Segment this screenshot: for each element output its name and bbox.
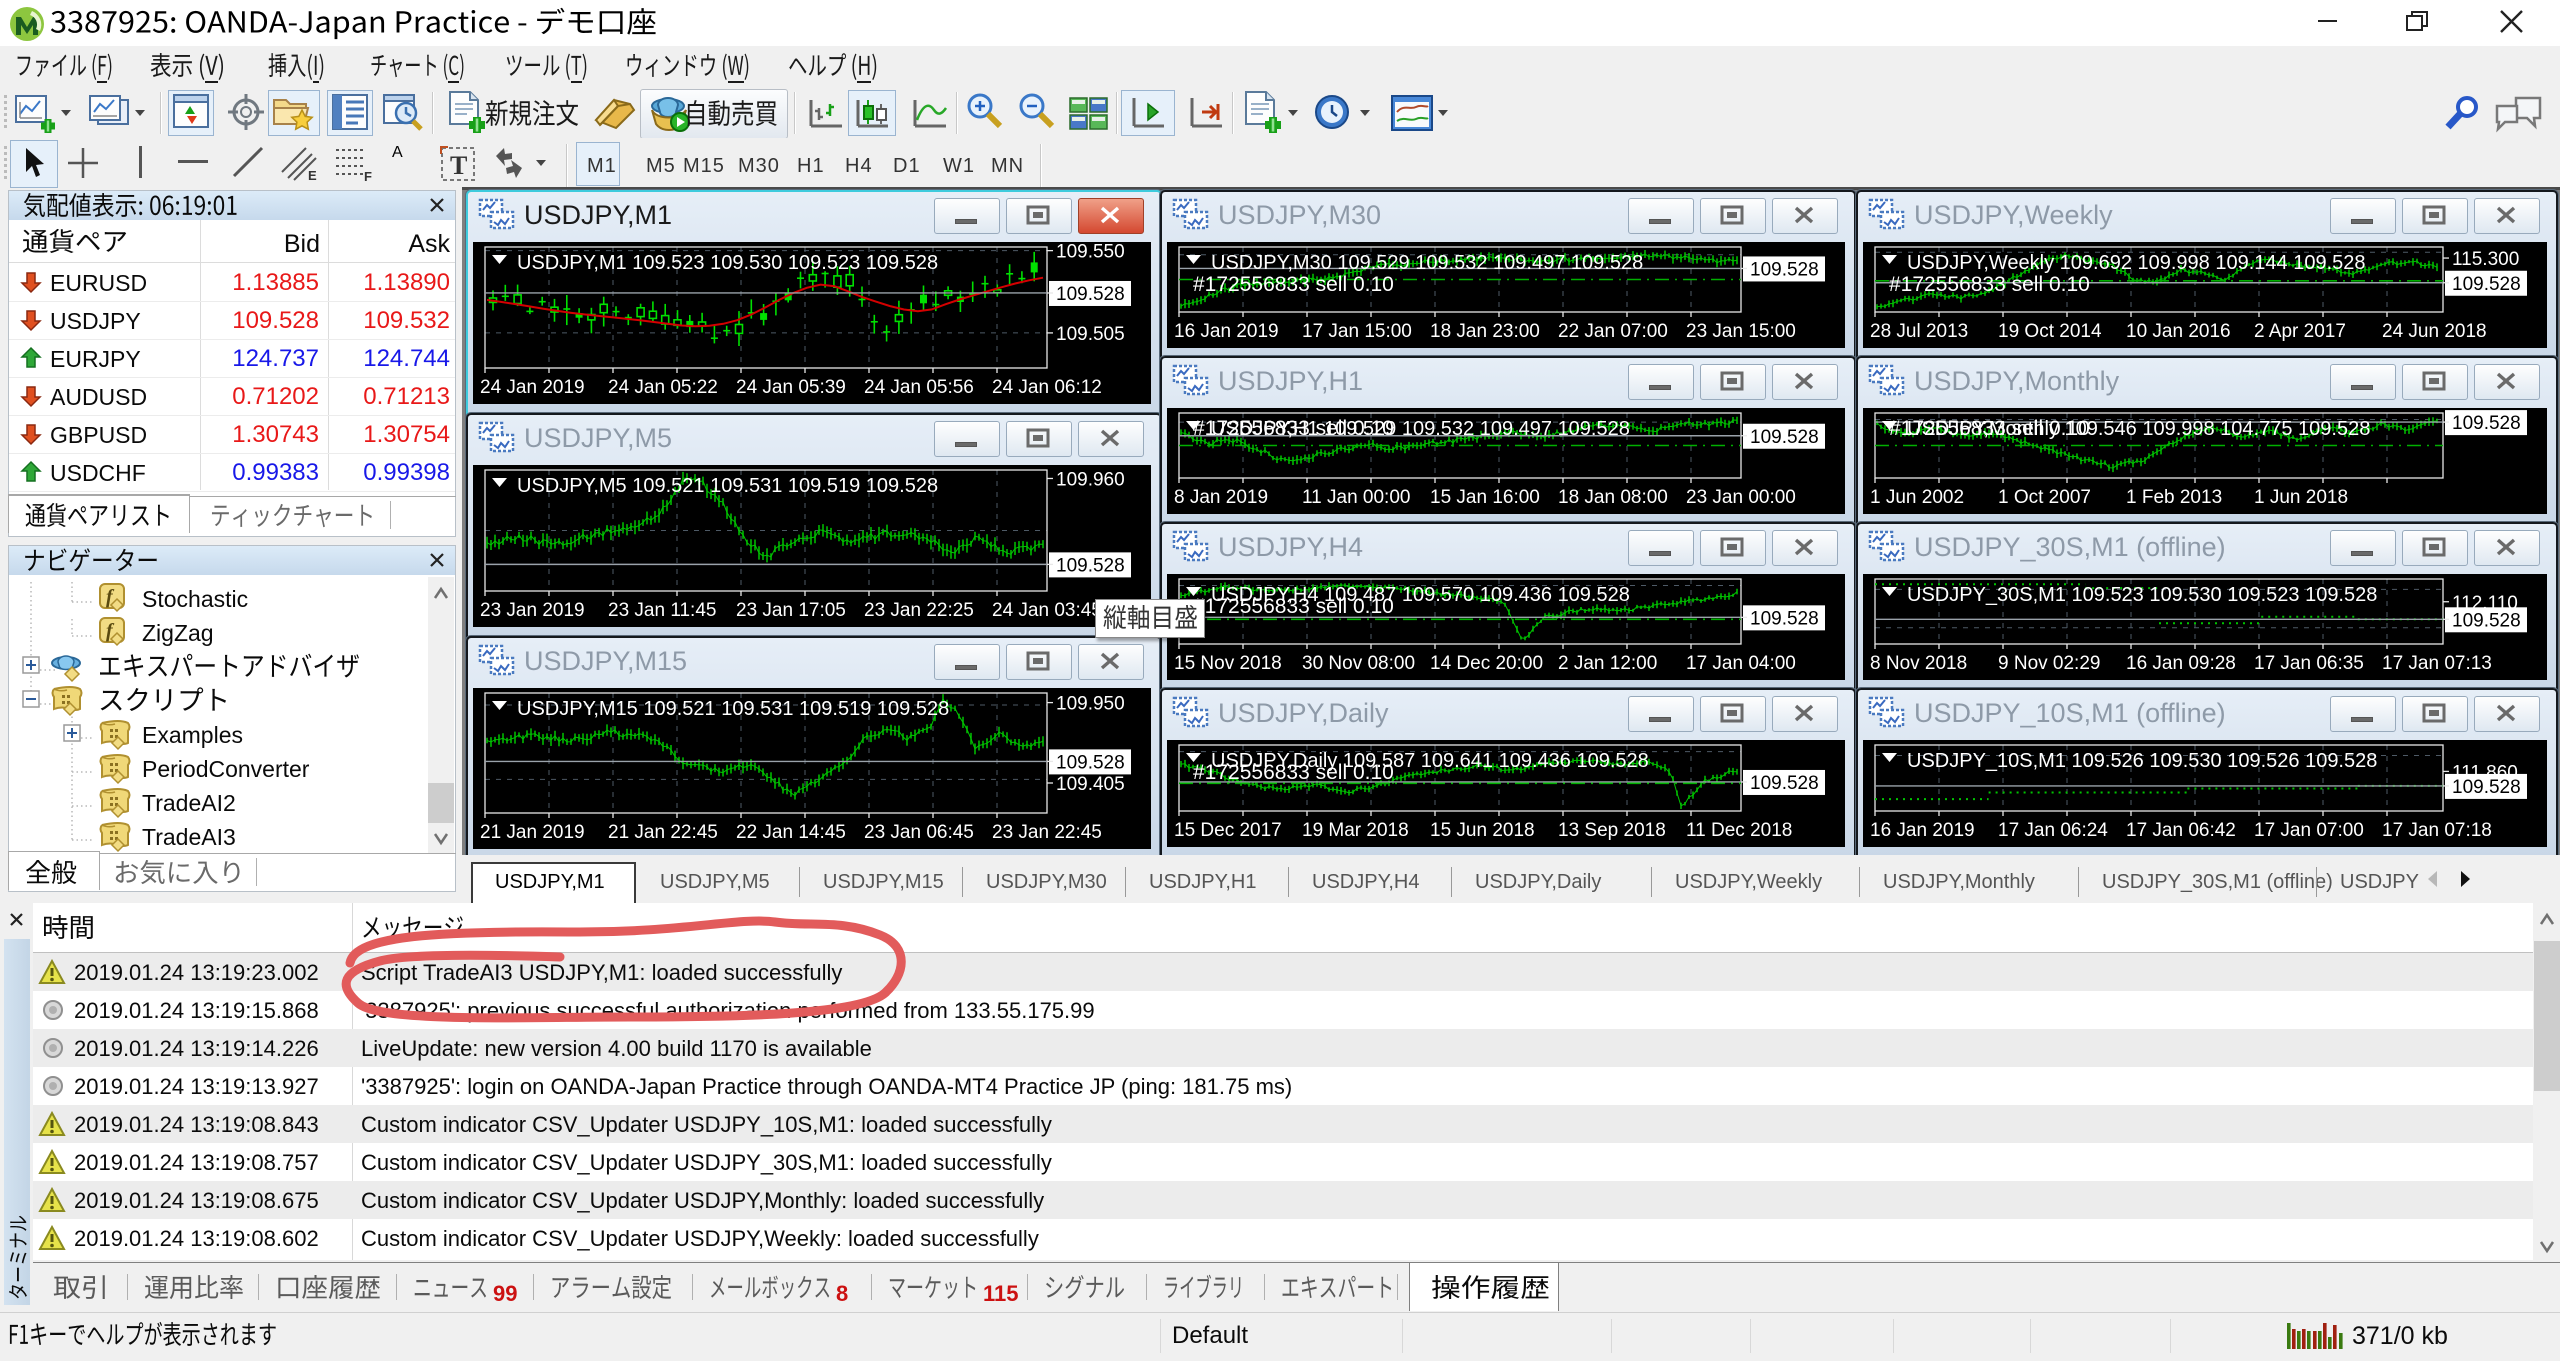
svg-text:24 Jan 05:56: 24 Jan 05:56	[864, 377, 974, 398]
svg-text:USDJPY_30S,M1 109.523 109.530: USDJPY_30S,M1 109.523 109.530 109.523 10…	[1907, 584, 2377, 606]
svg-text:8 Nov 2018: 8 Nov 2018	[1870, 653, 1967, 674]
svg-text:17 Jan 07:18: 17 Jan 07:18	[2382, 820, 2492, 841]
svg-text:24 Jan 05:22: 24 Jan 05:22	[608, 377, 718, 398]
svg-text:18 Jan 23:00: 18 Jan 23:00	[1430, 321, 1540, 342]
svg-text:109.405: 109.405	[1056, 774, 1125, 795]
svg-text:14 Dec 20:00: 14 Dec 20:00	[1430, 653, 1543, 674]
svg-text:23 Jan 17:05: 23 Jan 17:05	[736, 600, 846, 621]
svg-text:23 Jan 2019: 23 Jan 2019	[480, 600, 585, 621]
svg-text:109.528: 109.528	[1750, 608, 1819, 629]
svg-text:115.300: 115.300	[2452, 249, 2519, 270]
svg-text:16 Jan 2019: 16 Jan 2019	[1870, 820, 1975, 841]
svg-text:15 Jan 16:00: 15 Jan 16:00	[1430, 487, 1540, 508]
svg-text:28 Jul 2013: 28 Jul 2013	[1870, 321, 1968, 342]
svg-text:#172556833 sell 0.10: #172556833 sell 0.10	[1193, 273, 1394, 296]
svg-text:23 Jan 15:00: 23 Jan 15:00	[1686, 321, 1796, 342]
svg-text:USDJPY,M15 109.521 109.531 10: USDJPY,M15 109.521 109.531 109.519 109.5…	[517, 698, 949, 720]
svg-text:23 Jan 11:45: 23 Jan 11:45	[608, 600, 716, 621]
svg-text:T: T	[450, 151, 467, 180]
svg-text:109.528: 109.528	[2452, 610, 2521, 631]
svg-text:109.950: 109.950	[1056, 694, 1125, 715]
svg-text:17 Jan 07:00: 17 Jan 07:00	[2254, 820, 2364, 841]
svg-text:21 Jan 22:45: 21 Jan 22:45	[608, 822, 718, 843]
svg-text:13 Sep 2018: 13 Sep 2018	[1558, 820, 1666, 841]
svg-text:#172556833 sell 0.10: #172556833 sell 0.10	[1193, 595, 1394, 618]
svg-text:1 Oct 2007: 1 Oct 2007	[1998, 487, 2091, 508]
svg-text:109.528: 109.528	[1056, 752, 1125, 773]
svg-text:16 Jan 09:28: 16 Jan 09:28	[2126, 653, 2236, 674]
svg-text:24 Jan 2019: 24 Jan 2019	[480, 377, 585, 398]
svg-text:109.528: 109.528	[1750, 259, 1819, 280]
svg-text:24 Jan 05:39: 24 Jan 05:39	[736, 377, 846, 398]
svg-text:109.528: 109.528	[1750, 773, 1819, 794]
svg-text:F: F	[364, 169, 372, 182]
svg-text:109.528: 109.528	[1056, 555, 1125, 576]
svg-text:#172556833 sell 0.10: #172556833 sell 0.10	[1193, 761, 1394, 784]
svg-text:1 Jun 2002: 1 Jun 2002	[1870, 487, 1964, 508]
svg-text:109.528: 109.528	[2452, 274, 2521, 295]
svg-text:22 Jan 14:45: 22 Jan 14:45	[736, 822, 846, 843]
svg-text:USDJPY,M1 109.523 109.530 109: USDJPY,M1 109.523 109.530 109.523 109.52…	[517, 252, 938, 274]
svg-text:23 Jan 06:45: 23 Jan 06:45	[864, 822, 974, 843]
svg-text:19 Oct 2014: 19 Oct 2014	[1998, 321, 2102, 342]
svg-text:109.528: 109.528	[1750, 427, 1819, 448]
svg-text:8 Jan 2019: 8 Jan 2019	[1174, 487, 1268, 508]
svg-text:#172556833 sell 0.10: #172556833 sell 0.10	[1889, 273, 2090, 296]
svg-text:1 Feb 2013: 1 Feb 2013	[2126, 487, 2222, 508]
svg-text:16 Jan 2019: 16 Jan 2019	[1174, 321, 1279, 342]
svg-text:109.550: 109.550	[1056, 242, 1125, 263]
svg-text:USDJPY_10S,M1 109.526 109.530: USDJPY_10S,M1 109.526 109.530 109.526 10…	[1907, 750, 2377, 772]
svg-text:15 Jun 2018: 15 Jun 2018	[1430, 820, 1535, 841]
svg-text:21 Jan 2019: 21 Jan 2019	[480, 822, 585, 843]
svg-text:23 Jan 00:00: 23 Jan 00:00	[1686, 487, 1796, 508]
svg-text:15 Dec 2017: 15 Dec 2017	[1174, 820, 1282, 841]
svg-text:#172556833 sell 0.10: #172556833 sell 0.10	[1889, 417, 2090, 440]
svg-text:15 Nov 2018: 15 Nov 2018	[1174, 653, 1282, 674]
svg-text:11 Dec 2018: 11 Dec 2018	[1686, 820, 1792, 841]
svg-text:10 Jan 2016: 10 Jan 2016	[2126, 321, 2231, 342]
svg-text:17 Jan 07:13: 17 Jan 07:13	[2382, 653, 2492, 674]
svg-text:17 Jan 15:00: 17 Jan 15:00	[1302, 321, 1412, 342]
svg-text:17 Jan 04:00: 17 Jan 04:00	[1686, 653, 1796, 674]
svg-text:109.528: 109.528	[2452, 777, 2521, 798]
svg-text:24 Jun 2018: 24 Jun 2018	[2382, 321, 2487, 342]
svg-text:30 Nov 08:00: 30 Nov 08:00	[1302, 653, 1415, 674]
svg-text:E: E	[308, 168, 317, 182]
svg-text:17 Jan 06:35: 17 Jan 06:35	[2254, 653, 2364, 674]
svg-text:18 Jan 08:00: 18 Jan 08:00	[1558, 487, 1668, 508]
svg-text:11 Jan 00:00: 11 Jan 00:00	[1302, 487, 1410, 508]
svg-text:24 Jan 06:12: 24 Jan 06:12	[992, 377, 1102, 398]
svg-text:2 Jan 12:00: 2 Jan 12:00	[1558, 653, 1657, 674]
svg-text:24 Jan 03:45: 24 Jan 03:45	[992, 600, 1102, 621]
svg-text:1 Jun 2018: 1 Jun 2018	[2254, 487, 2348, 508]
svg-text:109.528: 109.528	[1056, 284, 1125, 305]
svg-text:109.960: 109.960	[1056, 469, 1125, 490]
svg-text:19 Mar 2018: 19 Mar 2018	[1302, 820, 1409, 841]
svg-text:USDJPY,M30 109.529 109.532 10: USDJPY,M30 109.529 109.532 109.497 109.5…	[1211, 252, 1643, 274]
svg-text:2 Apr 2017: 2 Apr 2017	[2254, 321, 2346, 342]
svg-text:22 Jan 07:00: 22 Jan 07:00	[1558, 321, 1668, 342]
svg-text:#172556833 sell 0.10: #172556833 sell 0.10	[1193, 417, 1394, 440]
svg-text:17 Jan 06:24: 17 Jan 06:24	[1998, 820, 2108, 841]
svg-text:9 Nov 02:29: 9 Nov 02:29	[1998, 653, 2100, 674]
svg-text:23 Jan 22:25: 23 Jan 22:25	[864, 600, 974, 621]
svg-text:USDJPY,Weekly 109.692 109.998: USDJPY,Weekly 109.692 109.998 109.144 10…	[1907, 252, 2366, 274]
svg-text:109.505: 109.505	[1056, 324, 1125, 345]
svg-text:17 Jan 06:42: 17 Jan 06:42	[2126, 820, 2236, 841]
svg-text:USDJPY,M5 109.521 109.531 109: USDJPY,M5 109.521 109.531 109.519 109.52…	[517, 475, 938, 497]
svg-text:23 Jan 22:45: 23 Jan 22:45	[992, 822, 1102, 843]
svg-text:109.528: 109.528	[2452, 413, 2521, 434]
